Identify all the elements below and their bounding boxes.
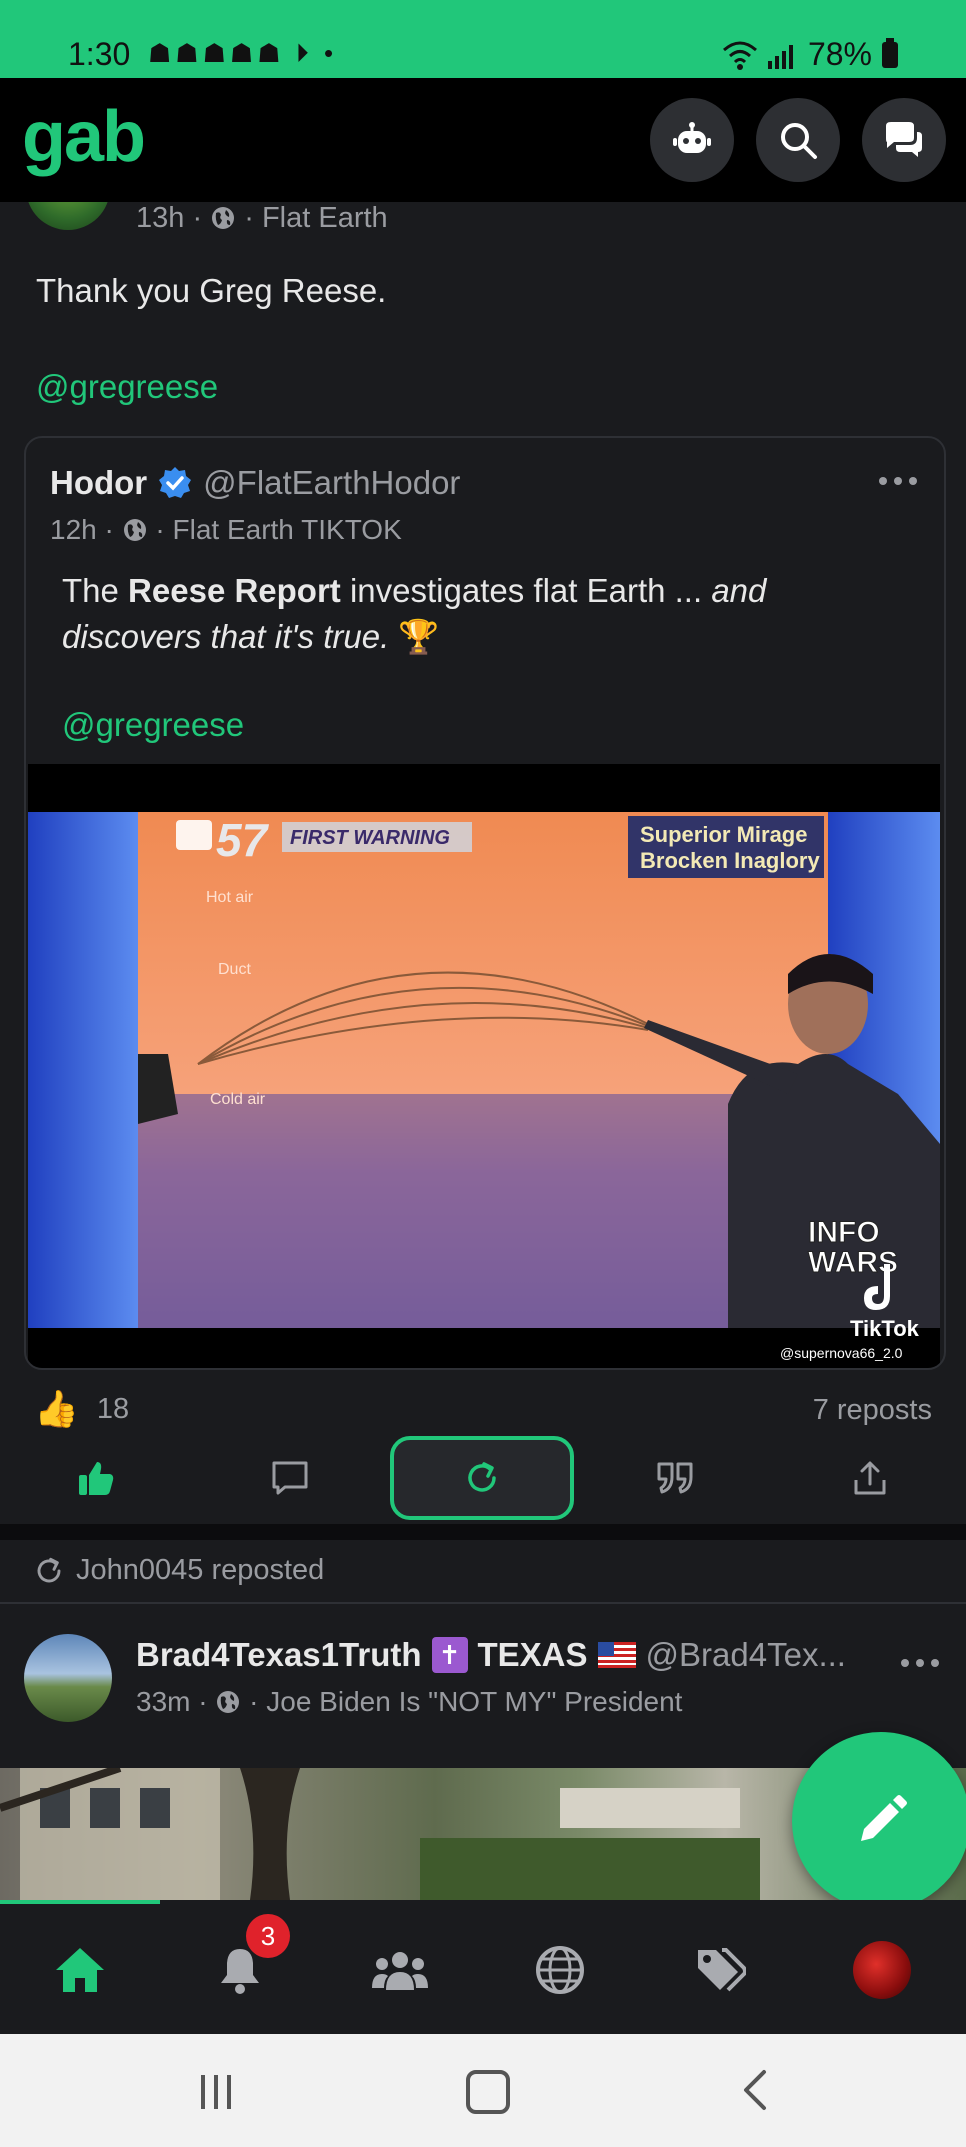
nav-explore[interactable]	[520, 1930, 600, 2010]
post-time: 13h	[136, 202, 185, 234]
quoted-mention[interactable]: @gregreese	[62, 706, 244, 744]
video-player[interactable]: 57 FIRST WARNING Superior Mirage Brocken…	[28, 764, 940, 1368]
nav-marketplace[interactable]	[680, 1930, 760, 2010]
nav-home[interactable]	[40, 1930, 120, 2010]
battery-percent: 78%	[807, 36, 872, 72]
quoted-author-name[interactable]: Hodor	[50, 464, 147, 502]
pencil-icon	[861, 1795, 907, 1841]
next-author-handle[interactable]: @Brad4Tex...	[646, 1636, 846, 1674]
quoted-more-button[interactable]	[878, 474, 918, 492]
repost-icon	[37, 1557, 61, 1582]
like-count[interactable]: 18	[97, 1393, 129, 1426]
status-bar: 1:30 ☗☗☗☗☗ ⏵ • 78%	[0, 0, 966, 78]
like-button[interactable]	[56, 1448, 136, 1508]
repost-banner[interactable]: John0045 reposted	[76, 1554, 324, 1587]
comment-button[interactable]	[250, 1448, 330, 1508]
quoted-time: 12h	[50, 514, 97, 545]
globe-icon	[123, 519, 146, 541]
notifications-badge: 3	[246, 1914, 290, 1958]
post-avatar[interactable]	[26, 202, 110, 230]
next-author-name[interactable]: Brad4Texas1Truth	[136, 1636, 422, 1674]
feed[interactable]: 13h · · Flat Earth Thank you Greg Reese.…	[0, 202, 966, 1900]
video-caption-2: Brocken Inaglory	[640, 848, 820, 873]
quote-button[interactable]	[636, 1448, 716, 1508]
like-emoji-icon: 👍	[34, 1388, 79, 1429]
trophy-icon: 🏆	[389, 618, 440, 655]
chat-icon	[886, 122, 922, 157]
bot-icon	[673, 122, 711, 153]
post-divider	[0, 1524, 966, 1540]
recents-button[interactable]	[196, 2072, 236, 2112]
search-icon	[781, 123, 817, 159]
tags-icon	[698, 1948, 746, 1992]
video-station-number: 57	[216, 814, 270, 866]
back-button[interactable]	[740, 2068, 770, 2117]
repost-icon	[468, 1462, 496, 1492]
verified-icon	[159, 467, 192, 498]
home-button[interactable]	[466, 2070, 510, 2114]
repost-count[interactable]: 7 reposts	[813, 1394, 932, 1427]
app-header: gab	[0, 78, 966, 202]
tiktok-label: TikTok	[850, 1316, 920, 1341]
nav-groups[interactable]	[360, 1930, 440, 2010]
gab-logo[interactable]: gab	[22, 96, 146, 178]
more-horizontal-icon	[879, 477, 917, 485]
cross-icon: ✝	[431, 1637, 468, 1673]
more-horizontal-icon	[901, 1659, 939, 1667]
loading-progress-bar	[0, 1900, 160, 1904]
wifi-icon	[722, 41, 757, 70]
globe-icon	[536, 1946, 584, 1994]
video-caption-1: Superior Mirage	[640, 822, 807, 847]
next-author-extra: TEXAS	[477, 1636, 588, 1673]
signal-icon	[767, 44, 793, 69]
next-time: 33m	[136, 1686, 191, 1717]
share-button[interactable]	[830, 1448, 910, 1508]
globe-icon	[212, 207, 235, 229]
quoted-text: The Reese Report investigates flat Earth…	[62, 572, 767, 655]
clock: 1:30	[68, 36, 131, 72]
battery-icon	[882, 37, 898, 68]
post-text: Thank you Greg Reese.	[36, 272, 387, 309]
next-more-button[interactable]	[900, 1656, 940, 1674]
home-icon	[56, 1948, 104, 1992]
quote-icon	[657, 1462, 693, 1494]
thumbs-up-icon	[79, 1462, 114, 1495]
system-navigation-bar	[0, 2034, 966, 2147]
share-icon	[854, 1461, 886, 1495]
next-post-avatar[interactable]	[24, 1634, 112, 1722]
compose-button[interactable]	[792, 1732, 966, 1910]
chat-button[interactable]	[862, 98, 946, 182]
ai-bot-button[interactable]	[650, 98, 734, 182]
video-banner: FIRST WARNING	[290, 827, 450, 849]
repost-button[interactable]	[390, 1436, 574, 1520]
post-mention[interactable]: @gregreese	[36, 368, 218, 406]
next-group[interactable]: Joe Biden Is "NOT MY" President	[266, 1686, 682, 1717]
banner-divider	[0, 1602, 966, 1604]
video-watermark-1: INFO	[808, 1216, 880, 1249]
post-actions	[0, 1436, 966, 1520]
video-label-duct: Duct	[218, 961, 251, 978]
video-label-cold: Cold air	[210, 1091, 266, 1108]
recents-icon	[201, 2075, 231, 2109]
tiktok-username: @supernova66_2.0	[780, 1345, 903, 1361]
search-button[interactable]	[756, 98, 840, 182]
us-flag-icon	[597, 1642, 636, 1668]
groups-icon	[372, 1952, 428, 1990]
video-frame: 57 FIRST WARNING Superior Mirage Brocken…	[28, 812, 940, 1361]
video-label-hot: Hot air	[206, 889, 254, 906]
post-group[interactable]: Flat Earth	[262, 202, 388, 234]
profile-avatar	[853, 1941, 911, 1999]
back-chevron-icon	[744, 2070, 766, 2110]
quoted-author-handle[interactable]: @FlatEarthHodor	[203, 464, 460, 502]
comment-icon	[272, 1461, 308, 1495]
bottom-nav: 3	[0, 1900, 966, 2034]
notification-icons: ☗☗☗☗☗ ⏵ •	[148, 38, 338, 68]
quoted-group[interactable]: Flat Earth TIKTOK	[173, 514, 402, 545]
quoted-post-card[interactable]: Hodor @FlatEarthHodor 12h · · Flat Earth…	[24, 436, 946, 1370]
nav-profile-avatar[interactable]	[842, 1930, 922, 2010]
globe-icon	[217, 1691, 240, 1713]
